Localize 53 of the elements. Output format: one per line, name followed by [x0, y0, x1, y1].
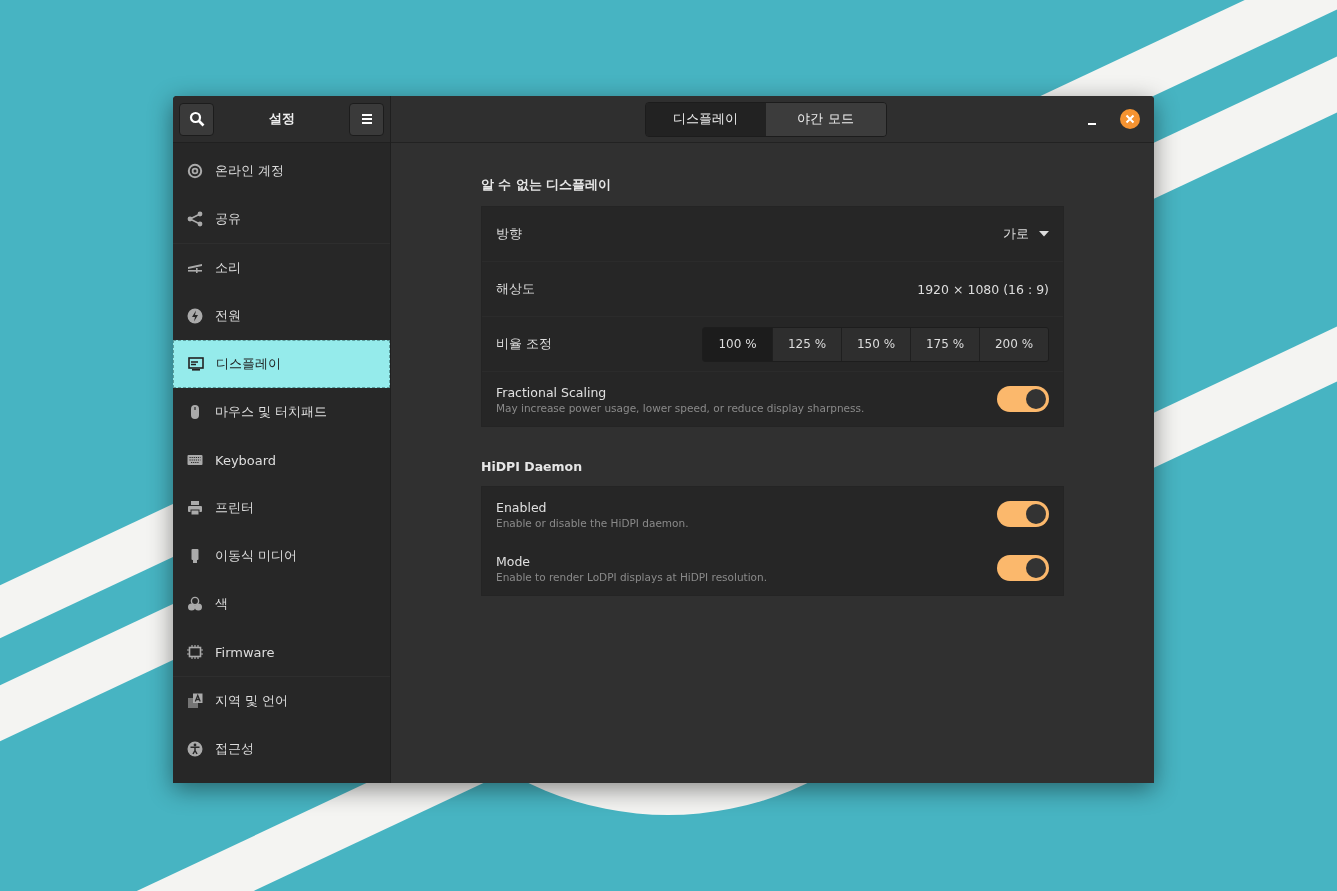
menu-button[interactable]	[349, 102, 384, 136]
section-title: HiDPI Daemon	[481, 459, 584, 474]
view-tab[interactable]: 야간 모드	[765, 102, 886, 136]
search-icon	[188, 111, 205, 127]
resolution-value: 1920 × 1080 (16 : 9)	[917, 281, 1049, 297]
setting-description: Enable or disable the HiDPI daemon.	[496, 516, 689, 529]
setting-label: Enabled	[496, 499, 548, 515]
sidebar-item[interactable]: 공유	[173, 195, 390, 243]
setting-label: Mode	[496, 553, 532, 569]
row-label: 비율 조정	[496, 335, 552, 353]
view-tab[interactable]: 디스플레이	[645, 102, 766, 136]
sidebar-item[interactable]: Keyboard	[173, 436, 390, 484]
toggle-switch[interactable]	[997, 386, 1049, 412]
scale-option[interactable]: 150 %	[841, 327, 910, 361]
sidebar-item[interactable]: Firmware	[173, 628, 390, 676]
circles-icon	[187, 596, 203, 612]
search-button[interactable]	[179, 102, 214, 136]
setting-label: Fractional Scaling	[496, 384, 608, 400]
scale-option[interactable]: 175 %	[910, 327, 979, 361]
lightning-icon	[187, 308, 203, 324]
sidebar-item[interactable]: 프린터	[173, 484, 390, 532]
printer-icon	[187, 500, 203, 516]
language-icon	[187, 693, 203, 709]
orientation-dropdown[interactable]: 가로	[1003, 221, 1049, 247]
sidebar-item[interactable]: 접근성	[173, 725, 390, 773]
toggle-switch[interactable]	[997, 555, 1049, 581]
section-title: 알 수 없는 디스플레이	[481, 177, 613, 194]
menu-icon	[360, 113, 373, 125]
sidebar-item[interactable]: 소리	[173, 244, 390, 292]
toggle-switch[interactable]	[997, 501, 1049, 527]
scale-option[interactable]: 125 %	[772, 327, 841, 361]
row-label: 방향	[496, 225, 522, 243]
sidebar-item[interactable]: 디스플레이	[173, 340, 390, 388]
sidebar-item[interactable]: 지역 및 언어	[173, 677, 390, 725]
setting-description: Enable to render LoDPI displays at HiDPI resolution.	[496, 570, 767, 583]
close-button[interactable]	[1120, 109, 1140, 129]
sidebar-item[interactable]: 색	[173, 580, 390, 628]
caret-icon	[1039, 231, 1049, 237]
keyboard-icon	[187, 452, 203, 468]
setting-description: May increase power usage, lower speed, or reduce display sharpness.	[496, 401, 865, 414]
close-icon	[1125, 114, 1135, 124]
monitor-icon	[188, 356, 204, 372]
sidebar-item[interactable]: 마우스 및 터치패드	[173, 388, 390, 436]
accessibility-icon	[187, 741, 203, 757]
sidebar-item[interactable]: 전원	[173, 292, 390, 340]
sidebar-item[interactable]: 이동식 미디어	[173, 532, 390, 580]
sidebar-item[interactable]: 온라인 계정	[173, 147, 390, 195]
row-label: 해상도	[496, 280, 535, 298]
scale-option[interactable]: 200 %	[979, 327, 1048, 361]
scale-option[interactable]: 100 %	[703, 327, 772, 361]
chip-icon	[187, 644, 203, 660]
window-title: 설정	[268, 110, 295, 128]
share-icon	[187, 211, 203, 227]
